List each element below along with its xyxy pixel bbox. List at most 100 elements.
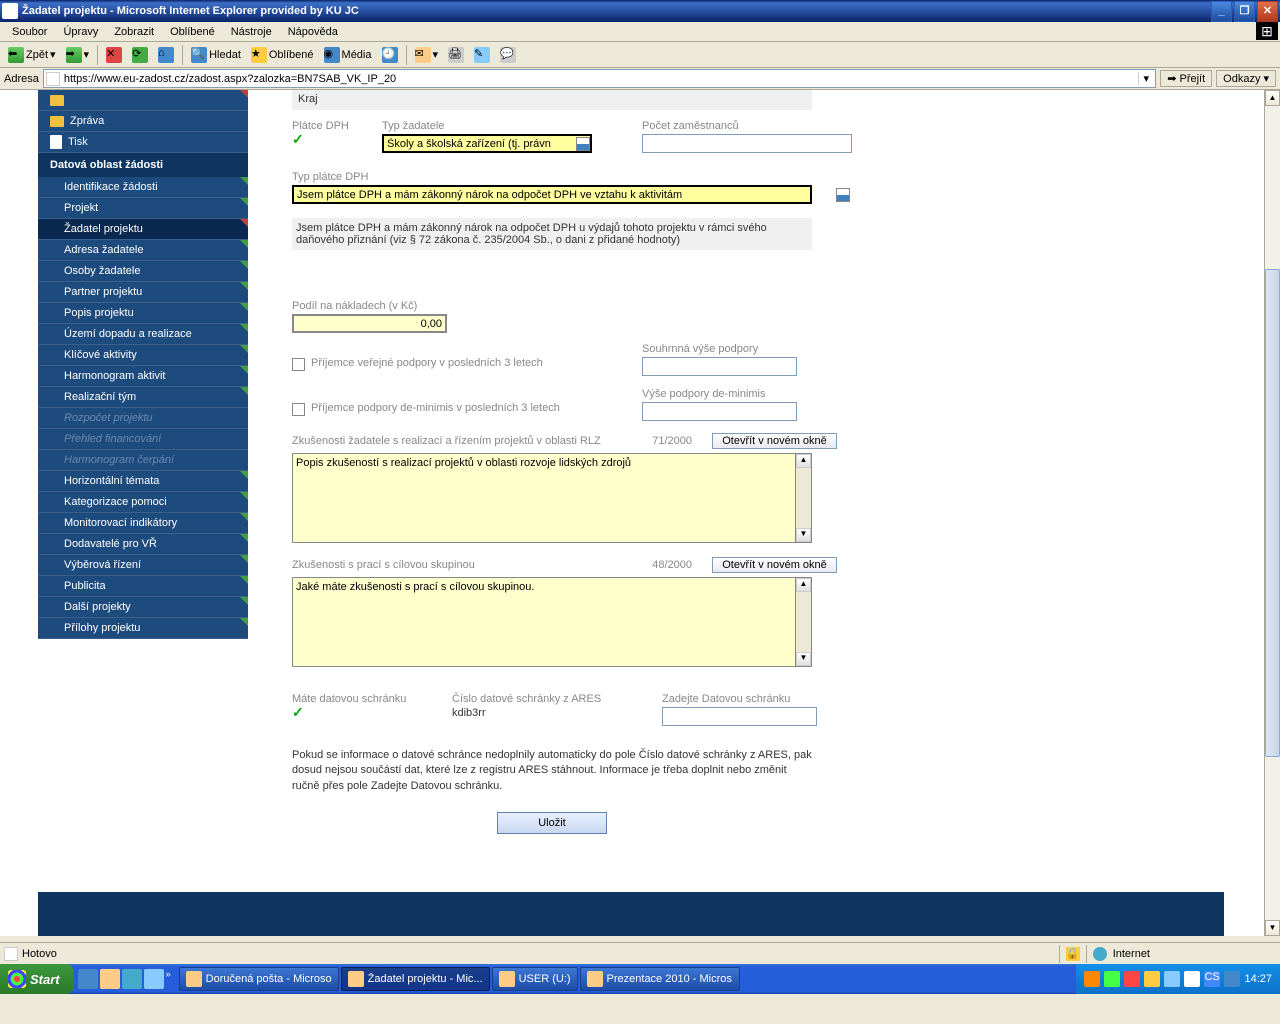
tray-icon[interactable] — [1084, 971, 1100, 987]
podil-input[interactable] — [292, 314, 447, 333]
typ-zadatele-input[interactable] — [382, 134, 592, 153]
go-button[interactable]: ➡ Přejít — [1160, 70, 1212, 87]
sidebar-item-12[interactable]: Přehled financování — [38, 429, 248, 450]
sidebar-item-21[interactable]: Přílohy projektu — [38, 618, 248, 639]
page-icon — [4, 947, 18, 961]
address-dropdown-icon[interactable]: ▾ — [1138, 72, 1153, 85]
menu-napoveda[interactable]: Nápověda — [280, 24, 346, 40]
main-form: Kraj Plátce DPH Typ žadatele Počet zaměs… — [248, 90, 1264, 936]
save-button[interactable]: Uložit — [497, 812, 607, 834]
sidebar-top-zprava[interactable]: Zpráva — [38, 111, 248, 132]
tray-icon[interactable] — [1104, 971, 1120, 987]
taskbar-task-3[interactable]: Prezentace 2010 - Micros... — [580, 967, 740, 991]
textarea-scrollbar[interactable]: ▲▼ — [796, 453, 812, 543]
ql-desktop-icon[interactable] — [122, 969, 142, 989]
sidebar-item-16[interactable]: Monitorovací indikátory — [38, 513, 248, 534]
sidebar-item-14[interactable]: Horizontální témata — [38, 471, 248, 492]
sidebar-item-17[interactable]: Dodavatelé pro VŘ — [38, 534, 248, 555]
scroll-up-button[interactable]: ▲ — [1265, 90, 1280, 106]
ql-outlook-icon[interactable] — [100, 969, 120, 989]
taskbar-task-1[interactable]: Žadatel projektu - Mic... — [341, 967, 490, 991]
menu-oblibene[interactable]: Oblíbené — [162, 24, 223, 40]
close-button[interactable]: ✕ — [1257, 1, 1278, 22]
sidebar-item-2[interactable]: Žadatel projektu — [38, 219, 248, 240]
scroll-down-button[interactable]: ▼ — [1265, 920, 1280, 936]
forward-button[interactable]: ➡ ▾ — [62, 45, 94, 65]
open-new-1-button[interactable]: Otevřít v novém okně — [712, 433, 837, 449]
sidebar-item-11[interactable]: Rozpočet projektu — [38, 408, 248, 429]
sidebar-item-18[interactable]: Výběrová řízení — [38, 555, 248, 576]
sidebar-item-15[interactable]: Kategorizace pomoci — [38, 492, 248, 513]
kraj-row: Kraj — [292, 90, 812, 110]
textarea-scrollbar[interactable]: ▲▼ — [796, 577, 812, 667]
sidebar-item-13[interactable]: Harmonogram čerpání — [38, 450, 248, 471]
open-new-2-button[interactable]: Otevřít v novém okně — [712, 557, 837, 573]
sidebar-item-3[interactable]: Adresa žadatele — [38, 240, 248, 261]
address-input[interactable]: https://www.eu-zadost.cz/zadost.aspx?zal… — [43, 69, 1156, 88]
print-button[interactable]: 🖨 — [444, 45, 468, 65]
tray-icon[interactable] — [1124, 971, 1140, 987]
sidebar-item-8[interactable]: Klíčové aktivity — [38, 345, 248, 366]
search-button[interactable]: 🔍Hledat — [187, 45, 245, 65]
sidebar-item-6[interactable]: Popis projektu — [38, 303, 248, 324]
tray-icon[interactable] — [1184, 971, 1200, 987]
back-button[interactable]: ⬅Zpět ▾ — [4, 45, 60, 65]
status-text: Hotovo — [22, 948, 57, 960]
sidebar-item-7[interactable]: Území dopadu a realizace — [38, 324, 248, 345]
favorites-button[interactable]: ★Oblíbené — [247, 45, 318, 65]
edit-button[interactable]: ✎ — [470, 45, 494, 65]
vertical-scrollbar[interactable]: ▲ ▼ — [1264, 90, 1280, 936]
schranka-check — [292, 707, 305, 720]
minimize-button[interactable]: _ — [1211, 1, 1232, 22]
tray-cs-icon[interactable]: CS — [1204, 971, 1220, 987]
prijemce2-check[interactable] — [292, 403, 305, 416]
ql-explorer-icon[interactable] — [144, 969, 164, 989]
souhrnna-input[interactable] — [642, 357, 797, 376]
tray-icon[interactable] — [1144, 971, 1160, 987]
prijemce1-check[interactable] — [292, 358, 305, 371]
sidebar-item-19[interactable]: Publicita — [38, 576, 248, 597]
sidebar-item-10[interactable]: Realizační tým — [38, 387, 248, 408]
sidebar-item-1[interactable]: Projekt — [38, 198, 248, 219]
taskbar-task-2[interactable]: USER (U:) — [492, 967, 578, 991]
vyse-input[interactable] — [642, 402, 797, 421]
menu-zobrazit[interactable]: Zobrazit — [106, 24, 162, 40]
typ-platce-input[interactable] — [292, 185, 812, 204]
folder-icon — [50, 116, 64, 127]
tray-icon[interactable] — [1224, 971, 1240, 987]
zkusenosti2-textarea[interactable] — [292, 577, 796, 667]
tray-icon[interactable] — [1164, 971, 1180, 987]
restore-button[interactable]: ❐ — [1234, 1, 1255, 22]
media-button[interactable]: ◉Média — [320, 45, 376, 65]
ql-expand-icon[interactable]: » — [166, 969, 171, 989]
taskbar-task-0[interactable]: Doručená pošta - Microso... — [179, 967, 339, 991]
history-button[interactable]: 🕘 — [378, 45, 402, 65]
links-button[interactable]: Odkazy ▾ — [1216, 70, 1276, 87]
discuss-button[interactable]: 💬 — [496, 45, 520, 65]
calendar-icon[interactable] — [836, 188, 850, 202]
sidebar-item-4[interactable]: Osoby žadatele — [38, 261, 248, 282]
statusbar: Hotovo 🔒 Internet — [0, 942, 1280, 964]
window-titlebar: Žadatel projektu - Microsoft Internet Ex… — [0, 0, 1280, 22]
sidebar-item-20[interactable]: Další projekty — [38, 597, 248, 618]
home-button[interactable]: ⌂ — [154, 45, 178, 65]
sidebar-item-5[interactable]: Partner projektu — [38, 282, 248, 303]
sidebar-item-0[interactable]: Identifikace žádosti — [38, 177, 248, 198]
zadejte-input[interactable] — [662, 707, 817, 726]
scroll-thumb[interactable] — [1265, 269, 1280, 757]
sidebar-top-tisk[interactable]: Tisk — [38, 132, 248, 153]
pocet-zam-input[interactable] — [642, 134, 852, 153]
menu-upravy[interactable]: Úpravy — [55, 24, 106, 40]
zkusenosti1-textarea[interactable] — [292, 453, 796, 543]
mail-button[interactable]: ✉ ▾ — [411, 45, 443, 65]
address-url: https://www.eu-zadost.cz/zadost.aspx?zal… — [64, 73, 1134, 85]
menu-nastroje[interactable]: Nástroje — [223, 24, 280, 40]
refresh-button[interactable]: ⟳ — [128, 45, 152, 65]
ql-ie-icon[interactable] — [78, 969, 98, 989]
sidebar-top-0[interactable] — [38, 90, 248, 111]
menu-soubor[interactable]: Soubor — [4, 24, 55, 40]
start-button[interactable]: Start — [0, 964, 74, 994]
sidebar-item-9[interactable]: Harmonogram aktivit — [38, 366, 248, 387]
stop-button[interactable]: ✕ — [102, 45, 126, 65]
calendar-icon[interactable] — [576, 137, 590, 151]
